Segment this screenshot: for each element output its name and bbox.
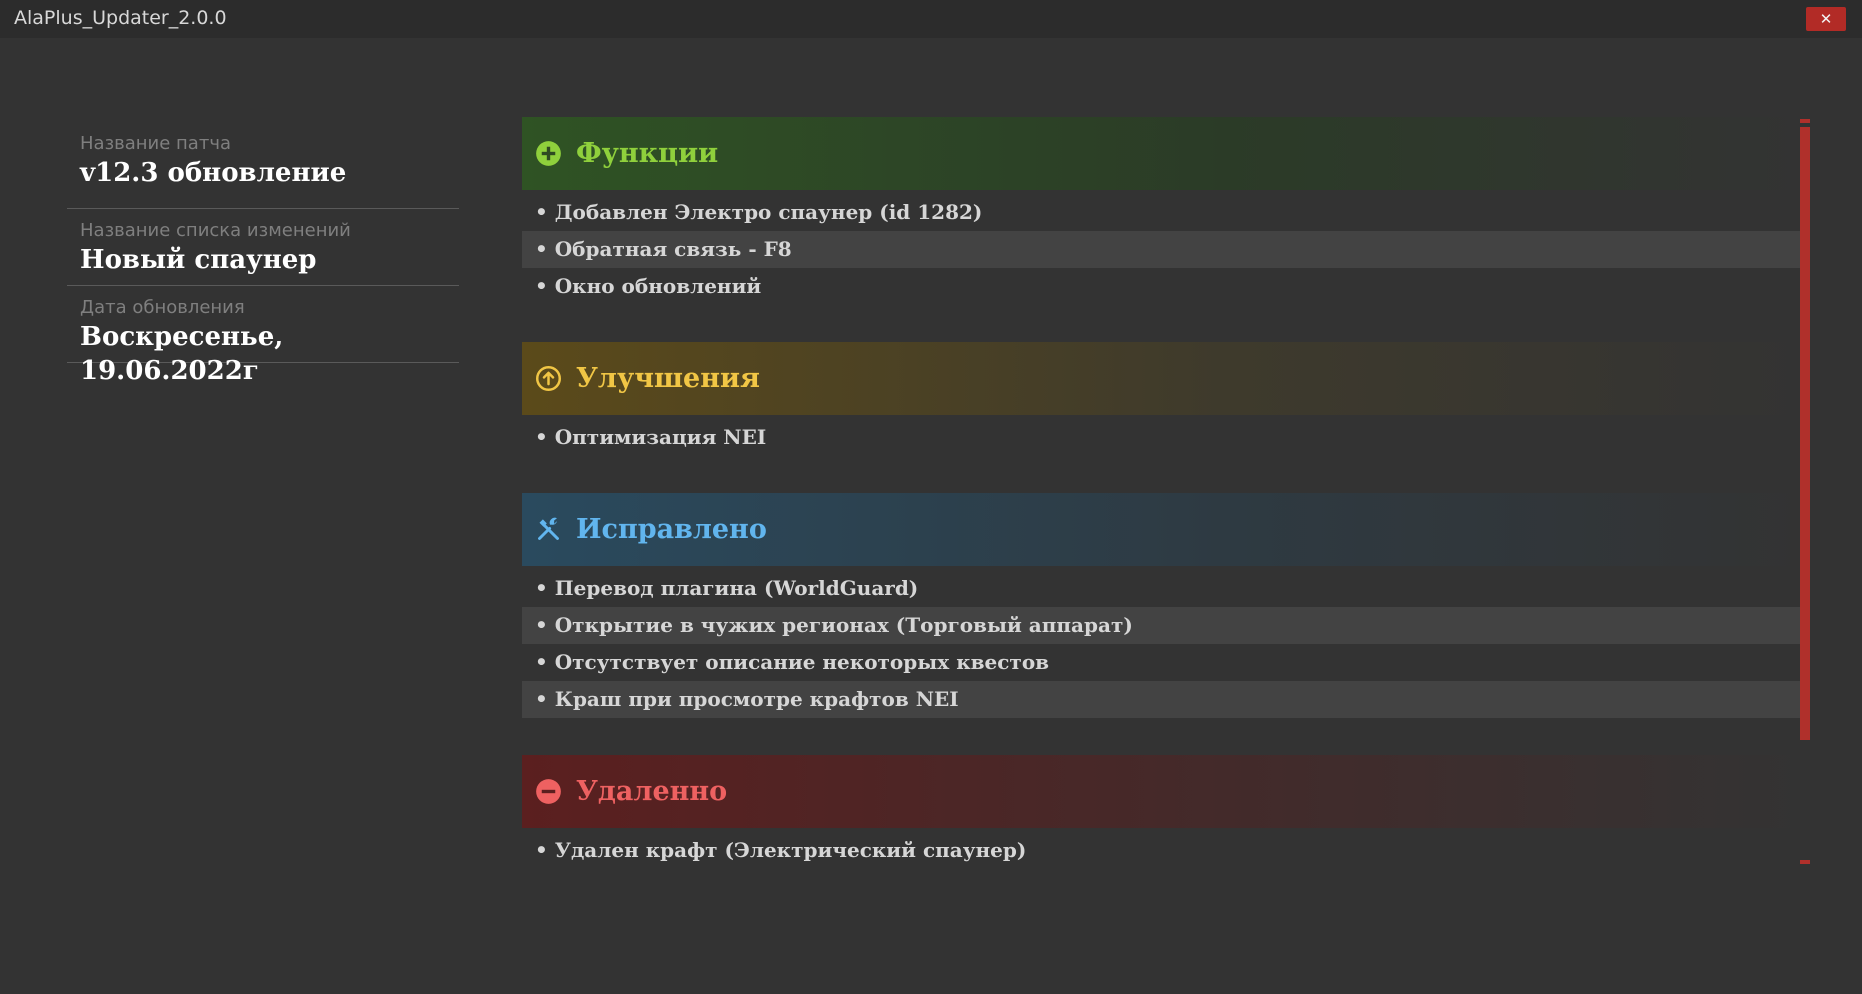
section-header-features: Функции [522, 117, 1800, 190]
tools-icon [538, 517, 559, 540]
changelog-list[interactable]: Функции • Добавлен Электро спаунер (id 1… [522, 117, 1800, 906]
section-title-features: Функции [576, 138, 719, 169]
list-item: • Открытие в чужих регионах (Торговый ап… [522, 607, 1800, 644]
patch-name-field: Название патча v12.3 обновление [67, 132, 459, 209]
list-item: • Удален крафт (Электрический спаунер) [535, 838, 1027, 862]
list-item: • Добавлен Электро спаунер (id 1282) [535, 200, 983, 224]
section-fixed: Исправлено • Перевод плагина (WorldGuard… [522, 493, 1800, 718]
scrollbar-top-cap [1800, 119, 1810, 123]
patch-name-value: v12.3 обновление [80, 158, 347, 188]
scrollbar-bottom-cap [1800, 860, 1810, 864]
scrollbar-thumb[interactable] [1800, 127, 1810, 740]
close-button[interactable]: ✕ [1806, 7, 1846, 31]
list-item: • Отсутствует описание некоторых квестов [535, 650, 1050, 674]
update-date-label: Дата обновления [80, 297, 245, 318]
patch-info-panel: Название патча v12.3 обновление Название… [67, 132, 459, 386]
list-item: • Краш при просмотре крафтов NEI [522, 681, 1800, 718]
section-header-fixed: Исправлено [522, 493, 1800, 566]
update-date-field: Дата обновления Воскресенье, 19.06.2022г [67, 286, 459, 386]
section-features: Функции • Добавлен Электро спаунер (id 1… [522, 117, 1800, 305]
updater-window: AlaPlus_Updater_2.0.0 ✕ Название патча v… [0, 0, 1862, 994]
arrow-up-circle-icon [536, 366, 561, 391]
changelog-name-label: Название списка изменений [80, 220, 351, 241]
section-header-improvements: Улучшения [522, 342, 1800, 415]
scrollbar[interactable] [1800, 117, 1810, 865]
window-title: AlaPlus_Updater_2.0.0 [14, 7, 227, 29]
section-title-removed: Удаленно [576, 776, 728, 807]
update-date-value: Воскресенье, 19.06.2022г [80, 322, 284, 386]
plus-circle-icon [536, 141, 561, 166]
changelog-name-field: Название списка изменений Новый спаунер [67, 209, 459, 286]
list-item: • Окно обновлений [535, 274, 762, 298]
minus-circle-icon [536, 779, 561, 804]
section-removed: Удаленно • Удален крафт (Электрический с… [522, 755, 1800, 869]
section-title-improvements: Улучшения [576, 363, 760, 394]
section-title-fixed: Исправлено [576, 514, 767, 545]
section-header-removed: Удаленно [522, 755, 1800, 828]
section-improvements: Улучшения • Оптимизация NEI [522, 342, 1800, 456]
title-bar[interactable]: AlaPlus_Updater_2.0.0 ✕ [0, 0, 1862, 38]
changelog-name-value: Новый спаунер [80, 245, 317, 275]
list-item: • Оптимизация NEI [535, 425, 767, 449]
list-item: • Обратная связь - F8 [522, 231, 1800, 268]
list-item: • Перевод плагина (WorldGuard) [535, 576, 919, 600]
patch-name-label: Название патча [80, 133, 231, 154]
close-icon: ✕ [1819, 10, 1833, 28]
